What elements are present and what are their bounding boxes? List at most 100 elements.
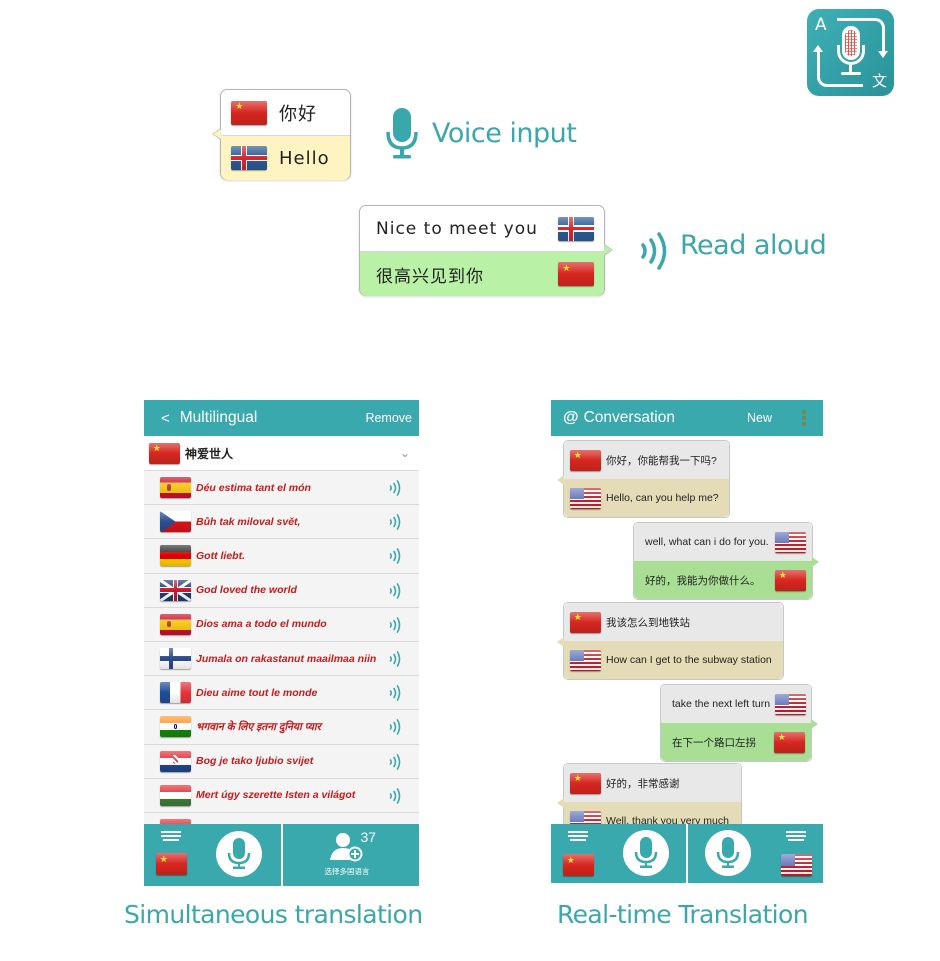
message-bubble[interactable]: ★ 你好，你能帮我一下吗? Hello, can you help me? bbox=[557, 440, 730, 518]
conversation-bottom-bar: ★ bbox=[551, 824, 823, 883]
speaker-icon[interactable] bbox=[389, 651, 401, 672]
translation-item[interactable]: God loved the world bbox=[144, 573, 419, 608]
china-flag-icon: ★ bbox=[149, 442, 180, 464]
usa-flag-icon bbox=[775, 531, 806, 553]
multilingual-screen: < Multilingual Remove ★ 神爱世人 ⌄ Déu estim… bbox=[144, 400, 419, 886]
uk-flag-icon bbox=[160, 579, 191, 601]
speaker-icon[interactable] bbox=[389, 787, 401, 809]
conversation-screen: @ Conversation New ★ 你好，你能帮我一下吗? Hello, ca… bbox=[551, 400, 823, 883]
translation-text: God loved the world bbox=[196, 584, 297, 597]
translation-item[interactable]: Dieu aime tout le monde bbox=[144, 676, 419, 711]
remove-button[interactable]: Remove bbox=[365, 411, 412, 425]
message-text: take the next left turn bbox=[672, 698, 771, 710]
china-flag-icon: ★ bbox=[570, 449, 601, 471]
message-text: well, what can i do for you. bbox=[645, 536, 769, 548]
translation-text: Dios ama a todo el mundo bbox=[196, 618, 327, 631]
czech-flag-icon bbox=[160, 511, 191, 533]
iceland-flag-icon bbox=[558, 216, 594, 241]
message-source-row: ★ 好的，非常感谢 bbox=[564, 764, 741, 802]
bubble-tail bbox=[557, 475, 564, 485]
read-aloud-bubble: Nice to meet you 很高兴见到你 ★ bbox=[359, 205, 613, 296]
translation-item[interactable]: Gott liebt. bbox=[144, 539, 419, 574]
usa-flag-icon bbox=[570, 649, 601, 671]
microphone-button-right[interactable] bbox=[705, 830, 751, 876]
message-bubble[interactable]: take the next left turn 在下一个路口左拐 ★ bbox=[660, 684, 818, 762]
message-source-row: ★ 你好，你能帮我一下吗? bbox=[564, 441, 729, 479]
target-text: Hello bbox=[279, 147, 330, 169]
microphone-button[interactable] bbox=[216, 831, 262, 877]
china-flag-icon[interactable]: ★ bbox=[156, 853, 187, 875]
speaker-icon[interactable] bbox=[389, 514, 401, 535]
speaker-waves-icon bbox=[640, 231, 670, 276]
message-text: 你好，你能帮我一下吗? bbox=[606, 454, 717, 467]
bubble-tail bbox=[604, 244, 613, 256]
translation-item[interactable]: Déu estima tant el món bbox=[144, 471, 419, 506]
message-text: 好的，非常感谢 bbox=[606, 777, 680, 790]
translation-item[interactable]: Bog je tako ljubio svijet bbox=[144, 744, 419, 779]
message-source-row: well, what can i do for you. bbox=[634, 523, 812, 561]
keyboard-icon[interactable] bbox=[568, 831, 588, 842]
translation-text: Déu estima tant el món bbox=[196, 481, 311, 494]
arrow-head-down-icon bbox=[878, 51, 888, 58]
language-count: 37 bbox=[360, 829, 377, 845]
translation-item[interactable]: Dios ama a todo el mundo bbox=[144, 607, 419, 642]
new-button[interactable]: New bbox=[747, 411, 772, 425]
translation-text: Bůh tak miloval svět, bbox=[196, 515, 301, 528]
message-text: How can I get to the subway station bbox=[606, 654, 772, 666]
voice-input-panel: ★ bbox=[144, 824, 281, 886]
china-flag-icon: ★ bbox=[570, 611, 601, 633]
multilingual-header: < Multilingual Remove bbox=[144, 400, 419, 436]
china-flag-icon: ★ bbox=[231, 100, 267, 125]
china-flag-icon: ★ bbox=[570, 772, 601, 794]
keyboard-icon[interactable] bbox=[786, 831, 806, 842]
translation-item[interactable]: भगवान के लिए इतना दुनिया प्यार bbox=[144, 710, 419, 745]
message-bubble[interactable]: ★ 我该怎么到地铁站 How can I get to the subway sta… bbox=[557, 602, 784, 680]
translation-item[interactable]: Bůh tak miloval svět, bbox=[144, 505, 419, 540]
message-text: 我该怎么到地铁站 bbox=[606, 616, 690, 629]
chevron-down-icon[interactable]: ⌄ bbox=[400, 446, 410, 460]
microphone-button-left[interactable] bbox=[623, 830, 669, 876]
arrow-head-up-icon bbox=[813, 45, 823, 52]
message-bubble[interactable]: well, what can i do for you. 好的，我能为你做什么。 ★ bbox=[633, 522, 819, 600]
more-menu-icon[interactable] bbox=[802, 410, 806, 428]
translation-text: Mert úgy szerette Isten a világot bbox=[196, 789, 356, 802]
hungary-flag-icon bbox=[160, 784, 191, 806]
bubble-tail bbox=[557, 637, 564, 647]
spain-flag-icon bbox=[160, 477, 191, 499]
bubble-tail bbox=[812, 557, 819, 567]
china-flag-icon[interactable]: ★ bbox=[563, 854, 594, 876]
translation-text: Dieu aime tout le monde bbox=[196, 686, 318, 699]
usa-flag-icon[interactable] bbox=[781, 854, 812, 876]
china-flag-icon: ★ bbox=[774, 731, 805, 753]
speaker-icon[interactable] bbox=[389, 753, 401, 775]
message-translation-row: Hello, can you help me? bbox=[564, 479, 729, 517]
source-text: Nice to meet you bbox=[376, 218, 538, 239]
add-language-panel[interactable]: 37 选择多国语言 bbox=[280, 824, 420, 886]
screen-title: Multilingual bbox=[179, 409, 258, 426]
target-text: 很高兴见到你 bbox=[376, 266, 484, 287]
iceland-flag-icon bbox=[231, 146, 267, 170]
translation-item[interactable]: Mert úgy szerette Isten a világot bbox=[144, 778, 419, 813]
speaker-icon[interactable] bbox=[389, 548, 401, 569]
usa-flag-icon bbox=[570, 487, 601, 509]
voice-input-bubble: ★ 你好 Hello bbox=[212, 89, 351, 180]
speaker-icon[interactable] bbox=[389, 685, 401, 706]
back-button[interactable]: < bbox=[161, 410, 170, 427]
finland-flag-icon bbox=[160, 648, 191, 670]
translation-item[interactable]: Jumala on rakastanut maailmaa niin bbox=[144, 641, 419, 677]
message-text: 好的，我能为你做什么。 bbox=[645, 574, 761, 587]
speaker-icon[interactable] bbox=[389, 719, 401, 740]
add-language-icon[interactable] bbox=[329, 832, 364, 867]
conversation-header: @ Conversation New bbox=[551, 400, 823, 436]
speaker-icon[interactable] bbox=[389, 616, 401, 638]
source-phrase-row[interactable]: ★ 神爱世人 ⌄ bbox=[144, 436, 419, 471]
speaker-icon[interactable] bbox=[389, 582, 401, 604]
bubble-target-row: Hello bbox=[221, 135, 350, 180]
translation-text: Jumala on rakastanut maailmaa niin bbox=[196, 652, 377, 665]
app-icon: A 文 bbox=[807, 9, 894, 96]
speaker-icon[interactable] bbox=[389, 480, 401, 501]
keyboard-icon[interactable] bbox=[161, 831, 181, 842]
simultaneous-translation-caption: Simultaneous translation bbox=[124, 900, 423, 929]
spain-flag-icon bbox=[160, 613, 191, 635]
france-flag-icon bbox=[160, 682, 191, 704]
